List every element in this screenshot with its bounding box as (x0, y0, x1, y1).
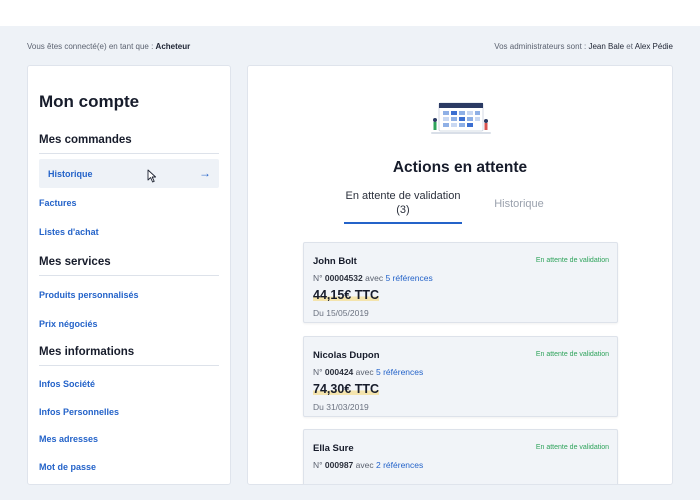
order-reference: N° 000424 avec 5 références (313, 367, 424, 377)
active-tab-indicator (344, 222, 462, 224)
order-number: 000424 (324, 367, 354, 377)
administrators: Vos administrateurs sont : Jean Bale et … (494, 42, 673, 51)
status-badge: En attente de validation (535, 351, 609, 358)
sidebar-item-mot-de-passe[interactable]: Mot de passe (39, 462, 96, 472)
order-card[interactable]: Nicolas Dupon En attente de validation N… (303, 336, 618, 417)
order-card[interactable]: Ella Sure En attente de validation N° 00… (303, 429, 618, 484)
tab-historique[interactable]: Historique (484, 197, 554, 211)
order-refs-link[interactable]: 2 références (376, 460, 423, 470)
sidebar-item-factures[interactable]: Factures (39, 198, 77, 208)
calendar-illustration (431, 102, 491, 134)
sidebar-title: Mon compte (39, 92, 140, 111)
order-date: Du 31/03/2019 (313, 402, 369, 412)
connected-as: Vous êtes connecté(e) en tant que : Ache… (27, 42, 191, 51)
order-number: 000987 (324, 460, 354, 470)
admin-name-2: Alex Pédie (634, 42, 673, 51)
arrow-right-icon: → (199, 166, 211, 180)
order-reference: N° 00004532 avec 5 références (313, 273, 433, 283)
admin-name-1: Jean Bale (588, 42, 625, 51)
section-title-commandes: Mes commandes (39, 134, 132, 146)
order-refs-link[interactable]: 5 références (385, 273, 432, 283)
tab-en-attente[interactable]: En attente de validation (3) (344, 189, 462, 217)
order-buyer-name: Ella Sure (313, 443, 354, 454)
mouse-cursor-icon (147, 169, 157, 183)
order-price: 74,30€ TTC (313, 382, 380, 396)
order-card[interactable]: John Bolt En attente de validation N° 00… (303, 242, 618, 323)
order-buyer-name: Nicolas Dupon (313, 350, 380, 361)
account-sidebar: Mon compte Mes commandes Historique → Fa… (27, 65, 231, 485)
order-buyer-name: John Bolt (313, 256, 357, 267)
page-title: Actions en attente (392, 159, 528, 176)
status-badge: En attente de validation (535, 257, 609, 264)
sidebar-item-produits-personnalises[interactable]: Produits personnalisés (39, 290, 139, 300)
status-badge: En attente de validation (535, 444, 609, 451)
section-divider (39, 275, 219, 276)
sidebar-item-label: Historique (48, 169, 93, 179)
order-price: 44,15€ TTC (313, 288, 380, 302)
section-title-informations: Mes informations (39, 346, 135, 358)
section-divider (39, 365, 219, 366)
sidebar-item-listes-achat[interactable]: Listes d'achat (39, 227, 99, 237)
top-info-bar: Vous êtes connecté(e) en tant que : Ache… (27, 42, 673, 54)
order-refs-link[interactable]: 5 références (376, 367, 423, 377)
sidebar-item-infos-personnelles[interactable]: Infos Personnelles (39, 407, 119, 417)
sidebar-item-mes-adresses[interactable]: Mes adresses (39, 434, 98, 444)
sidebar-item-prix-negocies[interactable]: Prix négociés (39, 319, 98, 329)
sidebar-item-infos-societe[interactable]: Infos Société (39, 379, 95, 389)
section-divider (39, 153, 219, 154)
pending-actions-panel: Actions en attente En attente de validat… (247, 65, 673, 485)
order-reference: N° 000987 avec 2 références (313, 460, 424, 470)
order-date: Du 15/05/2019 (313, 308, 369, 318)
section-title-services: Mes services (39, 256, 111, 268)
sidebar-item-historique[interactable]: Historique → (39, 159, 219, 188)
order-number: 00004532 (324, 273, 363, 283)
user-role: Acheteur (155, 42, 191, 51)
